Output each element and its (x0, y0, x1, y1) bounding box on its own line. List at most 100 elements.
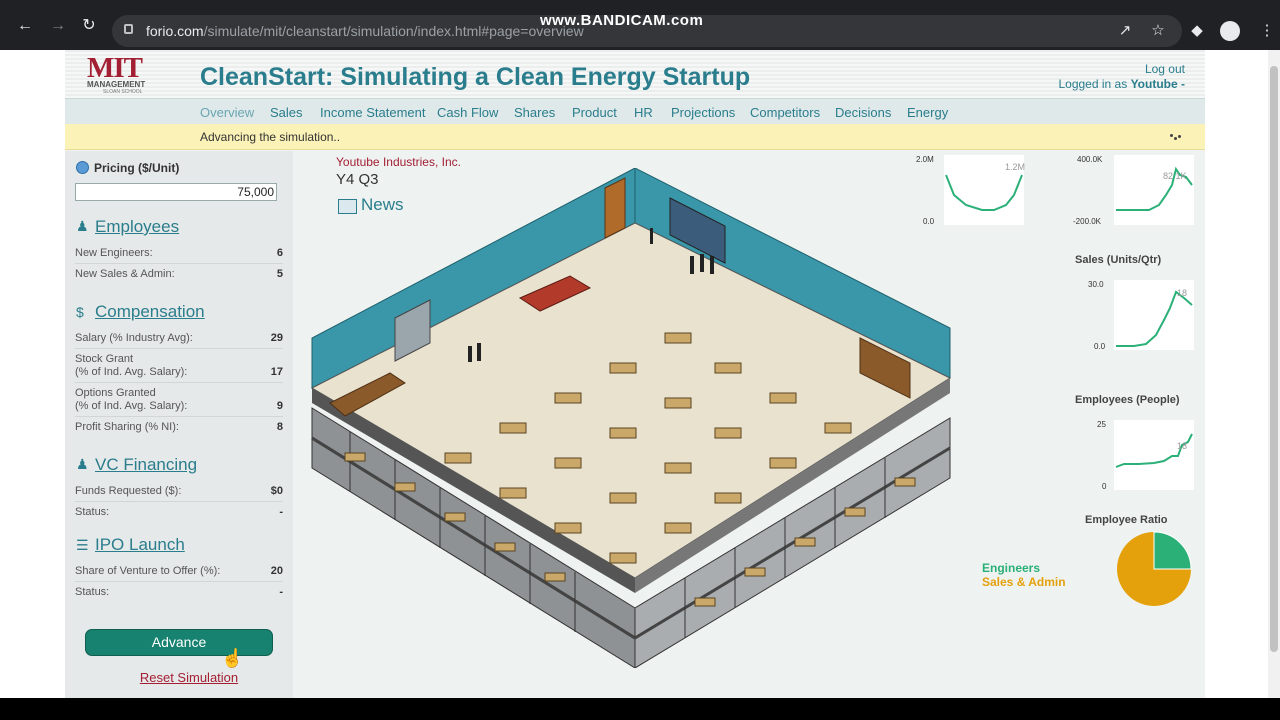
divider (75, 581, 283, 582)
dollar-icon: $ (76, 304, 84, 320)
employee-ratio-title: Employee Ratio (1085, 514, 1168, 526)
extensions-puzzle-icon[interactable]: ◆ (1189, 23, 1205, 39)
profit-sharing-value: 8 (276, 421, 283, 433)
bookmark-star-icon[interactable]: ☆ (1150, 23, 1166, 39)
tab-product[interactable]: Product (572, 105, 617, 120)
divider (75, 263, 283, 264)
tab-hr[interactable]: HR (634, 105, 653, 120)
options-granted-sublabel: (% of Ind. Avg. Salary): (75, 400, 188, 412)
employees-max-tick: 25 (1097, 420, 1106, 429)
page-scrollbar[interactable] (1268, 50, 1280, 698)
tab-projections[interactable]: Projections (671, 105, 735, 120)
vc-financing-heading-link[interactable]: VC Financing (95, 455, 197, 475)
profile-avatar-icon[interactable] (1220, 21, 1240, 41)
tab-shares[interactable]: Shares (514, 105, 555, 120)
tab-decisions[interactable]: Decisions (835, 105, 891, 120)
pricing-label: Pricing ($/Unit) (94, 161, 180, 175)
logged-in-user[interactable]: Logged in as Youtube - (1058, 77, 1185, 91)
new-engineers-label: New Engineers: (75, 247, 153, 259)
share-offer-value: 20 (270, 565, 283, 577)
app-title: CleanStart: Simulating a Clean Energy St… (200, 63, 751, 91)
ipo-status-value: - (279, 586, 283, 598)
funds-requested-value: $0 (270, 485, 283, 497)
employees-end-label: 18 (1177, 441, 1188, 451)
new-sales-admin-value: 5 (276, 268, 283, 280)
chart2-max-tick: 400.0K (1077, 155, 1103, 164)
stock-grant-sublabel: (% of Ind. Avg. Salary): (75, 366, 188, 378)
divider (75, 416, 283, 417)
employees-chart-title: Employees (People) (1075, 394, 1180, 406)
chart1-min-tick: 0.0 (923, 217, 935, 226)
profit-sharing-label: Profit Sharing (% NI): (75, 421, 179, 433)
loading-spinner-icon (1170, 134, 1181, 142)
app-header: MIT MANAGEMENT SLOAN SCHOOL CleanStart: … (65, 50, 1205, 98)
reset-simulation-link[interactable]: Reset Simulation (65, 670, 313, 685)
salary-value: 29 (270, 332, 283, 344)
employees-min-tick: 0 (1102, 482, 1107, 491)
advance-button[interactable]: Advance (85, 629, 273, 656)
scrollbar-thumb[interactable] (1270, 66, 1278, 652)
chart2-end-label: 82.1K (1163, 171, 1187, 181)
salary-label: Salary (% Industry Avg): (75, 332, 193, 344)
logout-link[interactable]: Log out (1145, 62, 1185, 76)
tab-energy[interactable]: Energy (907, 105, 948, 120)
tab-sales[interactable]: Sales (270, 105, 303, 120)
sales-min-tick: 0.0 (1094, 342, 1106, 351)
url-text[interactable]: forio.com/simulate/mit/cleanstart/simula… (146, 23, 584, 39)
share-icon[interactable]: ↗ (1117, 23, 1133, 39)
reload-icon[interactable]: ↻ (81, 18, 97, 34)
employees-heading-link[interactable]: Employees (95, 217, 179, 237)
recording-watermark: www.BANDICAM.com (540, 12, 704, 29)
investor-person-icon: ♟ (76, 456, 89, 472)
employee-person-icon: ♟ (76, 218, 89, 234)
stock-grant-label: Stock Grant (75, 353, 134, 365)
mouse-cursor-icon: ☝ (221, 648, 244, 668)
tab-income-statement[interactable]: Income Statement (320, 105, 426, 120)
legend-sales-admin: Sales & Admin (982, 575, 1066, 589)
chart2-min-tick: -200.0K (1073, 217, 1102, 226)
office-building-illustration (310, 168, 952, 668)
legend-engineers: Engineers (982, 561, 1041, 575)
funds-requested-label: Funds Requested ($): (75, 485, 182, 497)
lock-icon (124, 24, 133, 34)
divider (75, 501, 283, 502)
back-arrow-icon[interactable]: ← (17, 18, 33, 34)
new-engineers-value: 6 (276, 247, 283, 259)
sales-end-label: 18 (1177, 288, 1188, 298)
options-granted-value: 9 (276, 400, 283, 412)
options-granted-label: Options Granted (75, 387, 156, 399)
status-message: Advancing the simulation.. (200, 130, 341, 144)
sales-chart-title: Sales (Units/Qtr) (1075, 254, 1162, 266)
divider (75, 348, 283, 349)
main-nav: Overview Sales Income Statement Cash Flo… (65, 98, 1205, 124)
app-container: MIT MANAGEMENT SLOAN SCHOOL CleanStart: … (65, 50, 1205, 698)
chart1-max-tick: 2.0M (916, 155, 934, 164)
browser-menu-icon[interactable]: ⋮ (1259, 23, 1275, 39)
vc-status-value: - (279, 506, 283, 518)
employees-sparkline[interactable] (1114, 420, 1194, 490)
screen-bottom-edge (0, 698, 1280, 720)
pricing-info-icon[interactable] (76, 161, 89, 174)
forward-arrow-icon[interactable]: → (50, 18, 66, 34)
ipo-launch-heading-link[interactable]: IPO Launch (95, 535, 185, 555)
stock-grant-value: 17 (270, 366, 283, 378)
tab-overview[interactable]: Overview (200, 105, 254, 120)
status-bar: Advancing the simulation.. (65, 124, 1205, 150)
tab-cash-flow[interactable]: Cash Flow (437, 105, 498, 120)
employee-ratio-pie[interactable] (1116, 531, 1192, 607)
chart1-end-label: 1.2M (1005, 162, 1026, 172)
compensation-heading-link[interactable]: Compensation (95, 302, 205, 322)
share-offer-label: Share of Venture to Offer (%): (75, 565, 221, 577)
browser-toolbar: ← → ↻ forio.com/simulate/mit/cleanstart/… (0, 0, 1280, 50)
sales-max-tick: 30.0 (1088, 280, 1104, 289)
chart2-sparkline[interactable] (1114, 155, 1194, 225)
ipo-status-label: Status: (75, 586, 110, 598)
company-name: Youtube Industries, Inc. (336, 155, 461, 169)
decisions-panel: Pricing ($/Unit) ♟ Employees New Enginee… (65, 151, 293, 698)
pricing-input[interactable] (75, 183, 277, 201)
divider (75, 382, 283, 383)
mit-logo[interactable]: MIT MANAGEMENT SLOAN SCHOOL (87, 52, 167, 96)
new-sales-admin-label: New Sales & Admin: (75, 268, 175, 280)
tab-competitors[interactable]: Competitors (750, 105, 820, 120)
vc-status-label: Status: (75, 506, 110, 518)
